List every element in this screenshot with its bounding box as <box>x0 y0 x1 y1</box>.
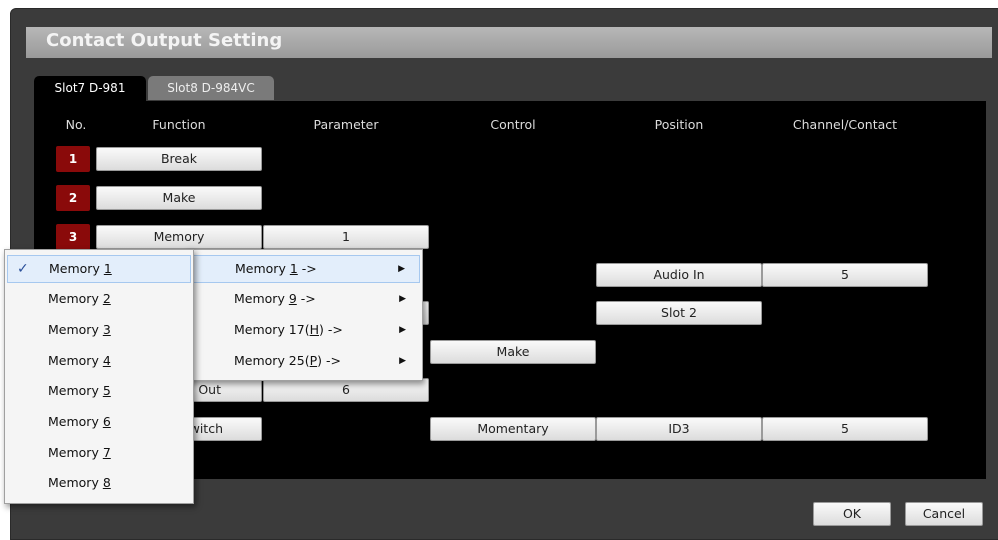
tab-slot8[interactable]: Slot8 D-984VC <box>148 76 274 100</box>
function-button-2[interactable]: Make <box>96 186 262 210</box>
memory-menu-item-8[interactable]: Memory 8 <box>7 469 191 497</box>
submenu-arrow-icon: ▶ <box>399 356 406 366</box>
memory-menu-item-2[interactable]: Memory 2 <box>7 285 191 313</box>
memory-menu-item-3[interactable]: Memory 3 <box>7 316 191 344</box>
memory-menu-item-6[interactable]: Memory 6 <box>7 408 191 436</box>
dialog-title: Contact Output Setting <box>46 30 283 51</box>
header-channel-contact: Channel/Contact <box>792 117 898 132</box>
row-number-1: 1 <box>56 146 90 172</box>
group-menu-item-17[interactable]: Memory 17(H) -> ▶ <box>188 316 420 344</box>
title-bar: Contact Output Setting <box>26 27 992 58</box>
memory-select-menu: ✓ Memory 1 Memory 2 Memory 3 Memory 4 Me… <box>4 249 194 504</box>
group-menu-item-1[interactable]: Memory 1 -> ▶ <box>188 255 420 283</box>
header-function: Function <box>152 117 206 132</box>
control-button-6[interactable]: Make <box>430 340 596 364</box>
group-menu-item-25[interactable]: Memory 25(P) -> ▶ <box>188 347 420 375</box>
header-no: No. <box>65 117 87 132</box>
ok-button[interactable]: OK <box>813 502 891 526</box>
header-parameter: Parameter <box>313 117 379 132</box>
submenu-arrow-icon: ▶ <box>399 294 406 304</box>
position-button-8[interactable]: ID3 <box>596 417 762 441</box>
group-menu-item-9[interactable]: Memory 9 -> ▶ <box>188 285 420 313</box>
memory-group-menu: Memory 1 -> ▶ Memory 9 -> ▶ Memory 17(H)… <box>185 249 423 381</box>
tab-slot7[interactable]: Slot7 D-981 <box>34 76 146 102</box>
memory-menu-item-7[interactable]: Memory 7 <box>7 439 191 467</box>
check-icon: ✓ <box>17 261 29 277</box>
header-position: Position <box>654 117 704 132</box>
position-button-4[interactable]: Audio In <box>596 263 762 287</box>
control-button-8[interactable]: Momentary <box>430 417 596 441</box>
memory-menu-item-1[interactable]: ✓ Memory 1 <box>7 255 191 283</box>
row-number-3: 3 <box>56 224 90 250</box>
channel-button-8[interactable]: 5 <box>762 417 928 441</box>
parameter-button-3[interactable]: 1 <box>263 225 429 249</box>
memory-menu-item-5[interactable]: Memory 5 <box>7 377 191 405</box>
function-button-3[interactable]: Memory <box>96 225 262 249</box>
submenu-arrow-icon: ▶ <box>399 325 406 335</box>
submenu-arrow-icon: ▶ <box>398 264 405 274</box>
row-number-2: 2 <box>56 185 90 211</box>
position-button-5[interactable]: Slot 2 <box>596 301 762 325</box>
memory-menu-item-4[interactable]: Memory 4 <box>7 347 191 375</box>
channel-button-4[interactable]: 5 <box>762 263 928 287</box>
header-control: Control <box>490 117 536 132</box>
parameter-button-7[interactable]: 6 <box>263 378 429 402</box>
cancel-button[interactable]: Cancel <box>905 502 983 526</box>
function-button-1[interactable]: Break <box>96 147 262 171</box>
